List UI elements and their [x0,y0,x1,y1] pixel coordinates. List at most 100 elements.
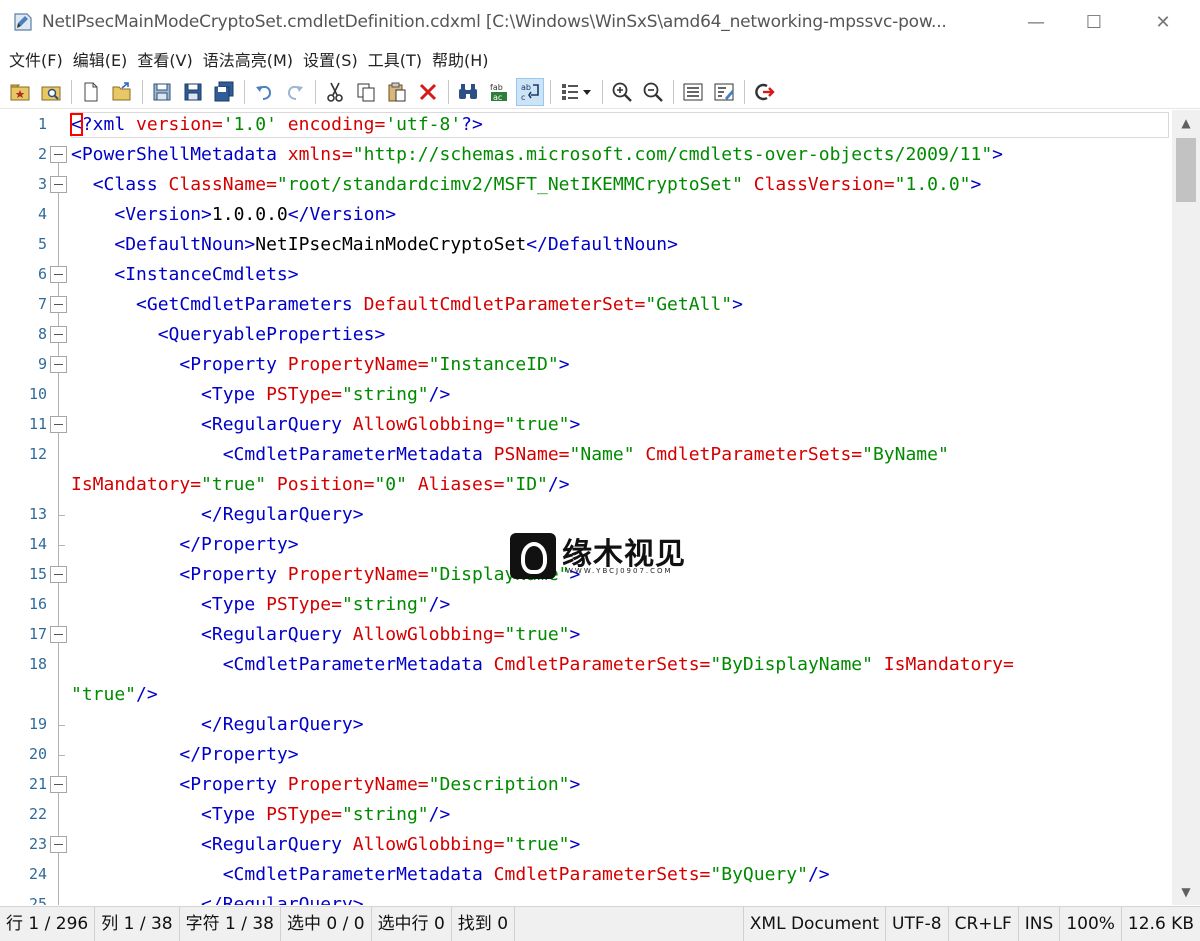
fold-toggle-icon[interactable] [50,296,67,313]
scroll-thumb[interactable] [1176,138,1196,202]
code-token: <Property [179,354,288,375]
fold-toggle-icon[interactable] [50,416,67,433]
code-line[interactable]: <Property PropertyName="InstanceID"> [71,350,569,380]
favorites-button[interactable] [6,78,34,106]
code-line[interactable]: <GetCmdletParameters DefaultCmdletParame… [71,290,743,320]
code-line[interactable]: </Property> [71,740,298,770]
copy-button[interactable] [352,78,380,106]
vertical-scrollbar[interactable]: ▲ ▼ [1172,110,1200,905]
fold-toggle-icon[interactable] [50,566,67,583]
menu-edit[interactable]: 编辑(E) [68,47,133,71]
code-line[interactable]: <Version>1.0.0.0</Version> [71,200,396,230]
code-line[interactable]: <Type PSType="string"/> [71,380,450,410]
code-token: <Property [179,774,288,795]
undo-icon [256,85,272,100]
code-line[interactable]: <RegularQuery AllowGlobbing="true"> [71,620,580,650]
menu-file[interactable]: 文件(F) [4,47,68,71]
line-number: 14 [28,535,47,553]
code-line[interactable]: <Type PSType="string"/> [71,590,450,620]
word-wrap-button[interactable]: ab c [516,77,544,106]
code-line[interactable]: <Property PropertyName="Description"> [71,770,580,800]
code-line[interactable]: <RegularQuery AllowGlobbing="true"> [71,410,580,440]
paste-button[interactable] [383,78,411,106]
view-mode-icon [562,83,591,100]
word-wrap-icon: abc [521,83,539,102]
svg-text:c: c [521,93,525,102]
code-line[interactable]: <Type PSType="string"/> [71,800,450,830]
undo-button[interactable] [250,78,278,106]
fold-toggle-icon[interactable] [50,836,67,853]
code-line[interactable]: "true"/> [71,680,158,710]
fold-toggle-icon[interactable] [50,176,67,193]
code-line[interactable]: <CmdletParameterMetadata CmdletParameter… [71,650,1014,680]
line-number: 13 [28,505,47,523]
new-file-button[interactable] [77,78,105,106]
fold-toggle-icon[interactable] [50,146,67,163]
zoom-in-button[interactable] [608,78,636,106]
save-button[interactable] [148,78,176,106]
code-token: Position= [276,474,375,495]
delete-button[interactable] [414,78,442,106]
open-file-button[interactable] [108,78,136,106]
code-line[interactable]: </RegularQuery> [71,890,364,905]
code-line[interactable]: <Property PropertyName="DisplayName"> [71,560,580,590]
list-button[interactable] [679,78,707,106]
code-view[interactable]: <?xml version='1.0' encoding='utf-8'?> <P… [70,110,1171,905]
fold-end-marker [58,725,65,726]
code-line[interactable]: <Class ClassName="root/standardcimv2/MSF… [71,170,982,200]
exit-button[interactable] [750,78,778,106]
cut-button[interactable] [321,78,349,106]
code-line[interactable]: IsMandatory="true" Position="0" Aliases=… [71,470,570,500]
code-token: <CmdletParameterMetadata [222,864,494,885]
browse-button[interactable] [37,78,65,106]
status-insert-mode[interactable]: INS [1019,906,1061,941]
status-eol[interactable]: CR+LF [949,906,1019,941]
code-line[interactable]: <QueryableProperties> [71,320,386,350]
fold-toggle-icon[interactable] [50,776,67,793]
view-mode-button[interactable] [556,78,596,106]
line-number: 4 [37,205,47,223]
code-token: PropertyName= [287,354,429,375]
menu-help[interactable]: 帮助(H) [427,47,494,71]
code-line[interactable]: <DefaultNoun>NetIPsecMainModeCryptoSet</… [71,230,678,260]
maximize-button[interactable]: ☐ [1071,0,1117,44]
code-line[interactable]: </RegularQuery> [71,710,364,740]
fold-toggle-icon[interactable] [50,356,67,373]
zoom-out-button[interactable] [639,78,667,106]
menu-syntax[interactable]: 语法高亮(M) [198,47,298,71]
find-button[interactable] [454,78,482,106]
close-button[interactable]: ✕ [1140,0,1186,44]
fold-toggle-icon[interactable] [50,326,67,343]
status-zoom[interactable]: 100% [1060,906,1122,941]
code-line[interactable]: <RegularQuery AllowGlobbing="true"> [71,830,580,860]
fold-toggle-icon[interactable] [50,626,67,643]
edit-list-button[interactable] [710,78,738,106]
code-line[interactable]: </RegularQuery> [71,500,364,530]
menu-tools[interactable]: 工具(T) [363,47,427,71]
status-doc-type[interactable]: XML Document [744,906,887,941]
status-spacer [515,906,744,941]
code-token: </Property> [179,534,299,555]
app-icon [14,13,32,31]
code-line[interactable]: <PowerShellMetadata xmlns="http://schema… [71,140,1003,170]
minimize-button[interactable]: — [1013,0,1059,44]
scroll-down-button[interactable]: ▼ [1172,879,1200,905]
scroll-up-button[interactable]: ▲ [1172,110,1200,136]
code-line[interactable]: </Property> [71,530,299,560]
status-encoding[interactable]: UTF-8 [886,906,949,941]
code-line[interactable]: <CmdletParameterMetadata CmdletParameter… [71,860,830,890]
editor-area[interactable]: 1 2 3 4 5 6 7 8 9 10 11 12 13 14 15 16 17 18 19 20 21 22 23 24 2… [0,110,1200,905]
menu-settings[interactable]: 设置(S) [298,47,363,71]
save-as-button[interactable] [179,78,207,106]
redo-button[interactable] [281,78,309,106]
fold-toggle-icon[interactable] [50,266,67,283]
code-line[interactable]: <InstanceCmdlets> [71,260,298,290]
code-line[interactable]: <?xml version='1.0' encoding='utf-8'?> [70,110,483,140]
code-token: "ByQuery" [710,864,808,885]
save-all-button[interactable] [210,78,238,106]
menu-view[interactable]: 查看(V) [132,47,197,71]
code-line[interactable]: <CmdletParameterMetadata PSName="Name" C… [71,440,949,470]
code-token: ?> [461,114,483,135]
replace-button[interactable]: fab ac [485,78,513,106]
